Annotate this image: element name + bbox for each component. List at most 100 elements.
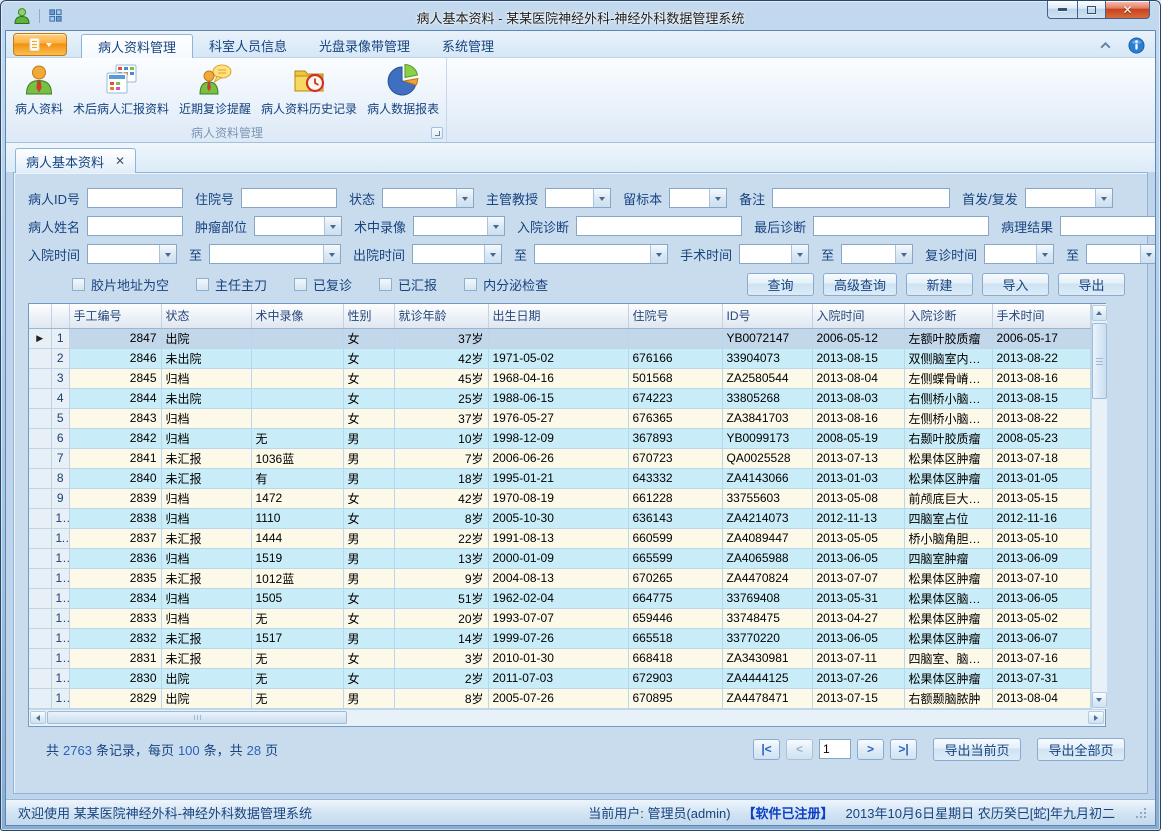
- table-cell[interactable]: 松果体区肿瘤: [904, 608, 992, 628]
- vertical-scroll-thumb[interactable]: [1092, 323, 1107, 399]
- op-video-select[interactable]: [413, 216, 505, 236]
- checkbox-box[interactable]: [294, 278, 307, 291]
- table-cell[interactable]: 10岁: [394, 428, 488, 448]
- table-cell[interactable]: 643332: [628, 468, 722, 488]
- table-cell[interactable]: 松果体区肿瘤: [904, 468, 992, 488]
- table-cell[interactable]: 女: [343, 668, 394, 688]
- table-cell[interactable]: 659446: [628, 608, 722, 628]
- table-cell[interactable]: 归档: [161, 408, 251, 428]
- chevron-down-icon[interactable]: [323, 245, 340, 263]
- table-cell[interactable]: 2013-08-22: [992, 348, 1090, 368]
- table-cell[interactable]: 2847: [69, 328, 161, 348]
- table-cell[interactable]: 20岁: [394, 608, 488, 628]
- table-cell[interactable]: 1993-07-07: [488, 608, 628, 628]
- table-cell[interactable]: 前颅底巨大脑...: [904, 488, 992, 508]
- table-cell[interactable]: 2013-08-16: [812, 408, 904, 428]
- table-cell[interactable]: 桥小脑角胆脂...: [904, 528, 992, 548]
- page-number-input[interactable]: [819, 739, 851, 759]
- discharge-time-from-select[interactable]: [412, 244, 502, 264]
- table-cell[interactable]: 661228: [628, 488, 722, 508]
- table-cell[interactable]: YB0099173: [722, 428, 812, 448]
- table-cell[interactable]: 2013-07-11: [812, 648, 904, 668]
- tab-close-icon[interactable]: ✕: [115, 155, 125, 167]
- table-cell[interactable]: 2013-05-08: [812, 488, 904, 508]
- table-cell[interactable]: 归档: [161, 368, 251, 388]
- table-cell[interactable]: 2006-06-26: [488, 448, 628, 468]
- chevron-down-icon[interactable]: [484, 245, 501, 263]
- table-cell[interactable]: 男: [343, 468, 394, 488]
- table-cell[interactable]: YB0072147: [722, 328, 812, 348]
- filter-checkbox[interactable]: 主任主刀: [196, 275, 267, 294]
- next-page-button[interactable]: >: [857, 739, 884, 760]
- table-cell[interactable]: 2013-08-15: [992, 388, 1090, 408]
- table-cell[interactable]: 2013-05-15: [992, 488, 1090, 508]
- advanced-query-button[interactable]: 高级查询: [823, 273, 897, 296]
- table-cell[interactable]: 右颞叶胶质瘤: [904, 428, 992, 448]
- table-cell[interactable]: 左侧桥小脑角...: [904, 408, 992, 428]
- chevron-down-icon[interactable]: [791, 245, 808, 263]
- table-cell[interactable]: 松果体区肿瘤: [904, 448, 992, 468]
- column-header[interactable]: ID号: [722, 304, 812, 328]
- checkbox-box[interactable]: [72, 278, 85, 291]
- table-cell[interactable]: [251, 388, 343, 408]
- table-cell[interactable]: 42岁: [394, 488, 488, 508]
- table-cell[interactable]: 2000-01-09: [488, 548, 628, 568]
- table-cell[interactable]: 1999-07-26: [488, 628, 628, 648]
- table-cell[interactable]: 9岁: [394, 568, 488, 588]
- table-cell[interactable]: 松果体区肿瘤: [904, 628, 992, 648]
- chevron-down-icon[interactable]: [709, 189, 726, 207]
- table-cell[interactable]: 2012-11-13: [812, 508, 904, 528]
- table-cell[interactable]: [488, 328, 628, 348]
- table-cell[interactable]: 松果体区肿瘤: [904, 668, 992, 688]
- table-cell[interactable]: 42岁: [394, 348, 488, 368]
- filter-checkbox[interactable]: 已复诊: [294, 275, 352, 294]
- table-cell[interactable]: 2006-05-17: [992, 328, 1090, 348]
- admission-no-input[interactable]: [241, 188, 337, 208]
- table-cell[interactable]: 2013-06-05: [812, 548, 904, 568]
- table-cell[interactable]: ZA3841703: [722, 408, 812, 428]
- table-cell[interactable]: 2008-05-19: [812, 428, 904, 448]
- table-cell[interactable]: ZA2580544: [722, 368, 812, 388]
- table-cell[interactable]: 2832: [69, 628, 161, 648]
- table-cell[interactable]: 无: [251, 668, 343, 688]
- table-row[interactable]: 42844未出院女25岁1988-06-15674223338052682013…: [29, 388, 1090, 408]
- table-cell[interactable]: 25岁: [394, 388, 488, 408]
- table-cell[interactable]: 665599: [628, 548, 722, 568]
- table-cell[interactable]: 1968-04-16: [488, 368, 628, 388]
- followup-time-from-select[interactable]: [984, 244, 1054, 264]
- table-cell[interactable]: ZA4065988: [722, 548, 812, 568]
- filter-checkbox[interactable]: 胶片地址为空: [72, 275, 169, 294]
- table-row[interactable]: 22846未出院女42岁1971-05-02676166339040732013…: [29, 348, 1090, 368]
- table-cell[interactable]: 2838: [69, 508, 161, 528]
- table-cell[interactable]: 男: [343, 428, 394, 448]
- admit-time-from-select[interactable]: [87, 244, 177, 264]
- table-cell[interactable]: 2845: [69, 368, 161, 388]
- table-cell[interactable]: 2006-05-12: [812, 328, 904, 348]
- table-cell[interactable]: 2013-07-15: [812, 688, 904, 708]
- table-cell[interactable]: 1517: [251, 628, 343, 648]
- table-cell[interactable]: 男: [343, 448, 394, 468]
- table-cell[interactable]: 未汇报: [161, 448, 251, 468]
- table-cell[interactable]: 14岁: [394, 628, 488, 648]
- table-cell[interactable]: 无: [251, 648, 343, 668]
- table-cell[interactable]: 2012-11-16: [992, 508, 1090, 528]
- table-cell[interactable]: 2013-01-03: [812, 468, 904, 488]
- column-header[interactable]: 性别: [343, 304, 394, 328]
- scroll-left-button[interactable]: [30, 711, 46, 724]
- table-cell[interactable]: 2013-08-04: [992, 688, 1090, 708]
- ribbon-button[interactable]: 病人资料: [10, 60, 68, 119]
- table-cell[interactable]: 668418: [628, 648, 722, 668]
- table-cell[interactable]: 2005-10-30: [488, 508, 628, 528]
- table-cell[interactable]: 2830: [69, 668, 161, 688]
- table-row[interactable]: 162832未汇报1517男14岁1999-07-266655183377022…: [29, 628, 1090, 648]
- table-cell[interactable]: 33770220: [722, 628, 812, 648]
- table-cell[interactable]: 367893: [628, 428, 722, 448]
- table-cell[interactable]: ZA4478471: [722, 688, 812, 708]
- last-page-button[interactable]: >|: [890, 739, 917, 760]
- table-cell[interactable]: 2013-05-31: [812, 588, 904, 608]
- table-cell[interactable]: 8岁: [394, 688, 488, 708]
- table-cell[interactable]: 1971-05-02: [488, 348, 628, 368]
- table-cell[interactable]: 33755603: [722, 488, 812, 508]
- table-cell[interactable]: 右额颞脑脓肿: [904, 688, 992, 708]
- maximize-button[interactable]: [1077, 1, 1105, 19]
